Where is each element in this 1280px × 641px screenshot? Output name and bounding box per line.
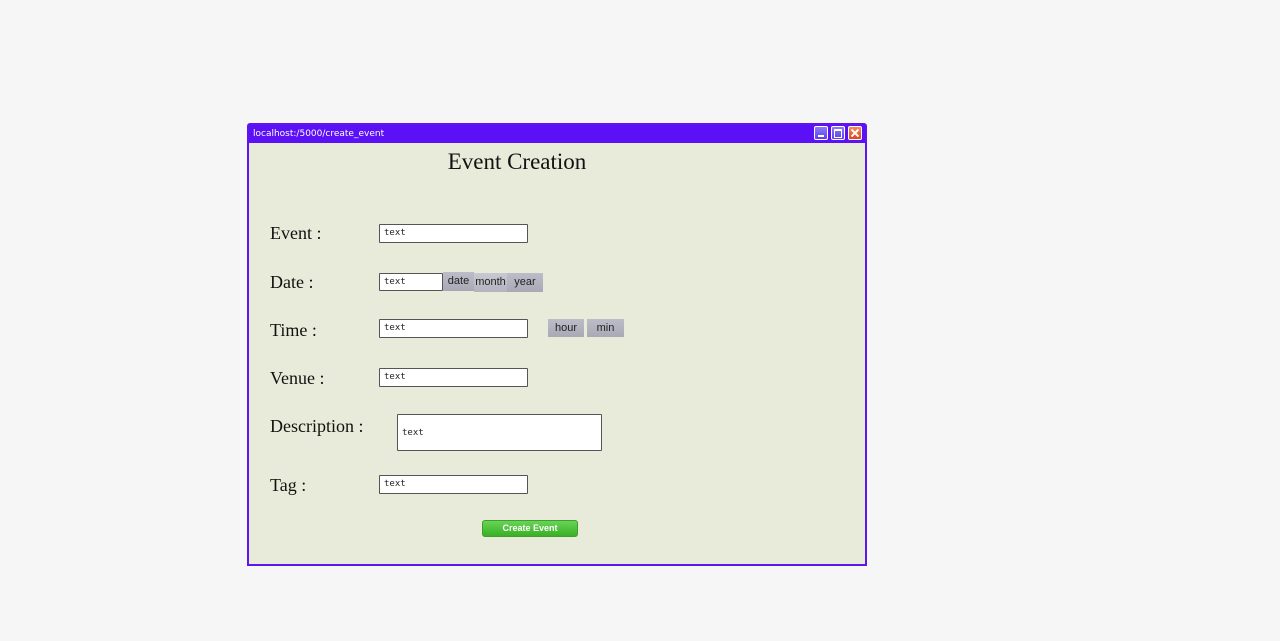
date-label: Date :	[270, 272, 314, 292]
description-textarea[interactable]: text	[397, 414, 602, 451]
hour-picker-button[interactable]: hour	[548, 319, 584, 337]
event-label: Event :	[270, 223, 322, 243]
tag-input[interactable]: text	[379, 475, 528, 494]
time-label: Time :	[270, 320, 317, 340]
min-picker-button[interactable]: min	[587, 319, 624, 337]
date-input[interactable]: text	[379, 273, 443, 291]
title-bar: localhost:/5000/create_event	[249, 125, 865, 143]
page-title: Event Creation	[447, 149, 587, 174]
close-icon[interactable]	[848, 126, 862, 140]
browser-window: localhost:/5000/create_event Event Creat…	[247, 123, 867, 566]
year-picker-button[interactable]: year	[507, 273, 543, 292]
venue-input[interactable]: text	[379, 368, 528, 387]
month-picker-button[interactable]: month	[474, 273, 507, 292]
maximize-icon[interactable]	[831, 126, 845, 140]
tag-label: Tag :	[270, 475, 307, 495]
window-url: localhost:/5000/create_event	[253, 129, 385, 139]
date-picker-button[interactable]: date	[443, 272, 474, 291]
time-input[interactable]: text	[379, 319, 528, 338]
event-input[interactable]: text	[379, 224, 528, 243]
venue-label: Venue :	[270, 368, 325, 388]
description-label: Description :	[270, 416, 364, 436]
create-event-button[interactable]: Create Event	[482, 520, 578, 537]
minimize-icon[interactable]	[814, 126, 828, 140]
